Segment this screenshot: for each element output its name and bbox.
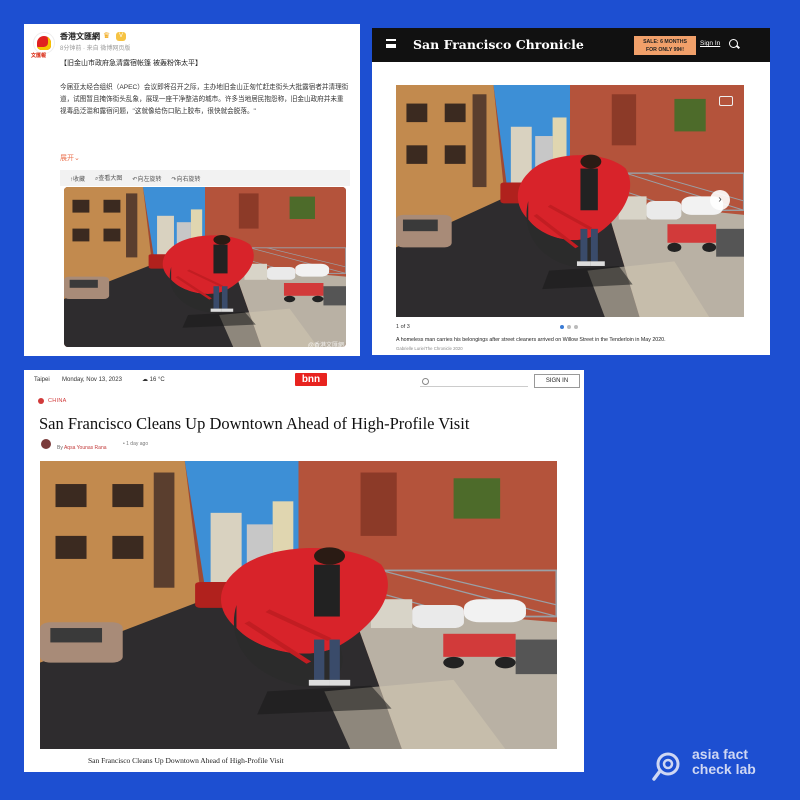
- crown-icon: ♛: [103, 31, 111, 40]
- photo-caption: San Francisco Cleans Up Downtown Ahead o…: [88, 756, 284, 765]
- view-large-button[interactable]: ⌕查看大图: [95, 173, 122, 183]
- account-name[interactable]: 香港文匯網: [60, 31, 100, 42]
- brand-line-2: check lab: [692, 761, 756, 777]
- publish-time: • 1 day ago: [123, 441, 149, 447]
- expand-link[interactable]: 展开⌄: [60, 153, 80, 163]
- chronicle-masthead[interactable]: San Francisco Chronicle: [413, 37, 584, 52]
- rotate-right-button[interactable]: ↷向右旋转: [171, 174, 200, 183]
- gallery-dots: [560, 325, 578, 329]
- date: Monday, Nov 13, 2023: [62, 377, 122, 383]
- category-dot-icon: [38, 398, 44, 404]
- location: Taipei: [34, 377, 50, 383]
- gallery-icon[interactable]: [719, 96, 733, 106]
- asia-fact-check-lab-logo-icon: [652, 752, 680, 781]
- sign-in-button[interactable]: SIGN IN: [534, 374, 580, 388]
- post-photo[interactable]: [64, 187, 346, 347]
- chronicle-article-panel: San Francisco Chronicle SALE: 6 MONTHS F…: [372, 28, 770, 355]
- expand-label: 展开: [60, 155, 74, 162]
- rotate-left-button[interactable]: ↶向左旋转: [132, 174, 161, 183]
- bnn-logo[interactable]: bnn: [295, 373, 327, 386]
- photo-caption: A homeless man carries his belongings af…: [396, 337, 666, 343]
- next-photo-button[interactable]: ›: [710, 190, 730, 210]
- hamburger-menu-icon[interactable]: [386, 39, 396, 48]
- author-byline: By Aqsa Younas Rana: [57, 445, 107, 451]
- article-headline: San Francisco Cleans Up Downtown Ahead o…: [39, 414, 470, 433]
- subscribe-offer-button[interactable]: SALE: 6 MONTHS FOR ONLY 99¢!: [634, 36, 696, 55]
- search-icon[interactable]: [729, 39, 738, 48]
- brand-line-1: asia fact: [692, 746, 749, 762]
- post-body: 今届亚太经合组织（APEC）会议即将召开之际，主办地旧金山正匆忙赶走街头大批露宿…: [60, 84, 349, 115]
- gallery-photo[interactable]: [396, 85, 744, 317]
- weibo-post-panel: 文匯報 香港文匯網 ♛ V 8分钟前 · 来自 微博网页版 【旧金山市政府急清露…: [24, 24, 360, 356]
- weather: ☁ 16 °C: [142, 377, 165, 383]
- article-photo[interactable]: [40, 461, 557, 749]
- chronicle-header: San Francisco Chronicle SALE: 6 MONTHS F…: [372, 28, 770, 62]
- logo-text: 文匯報: [31, 53, 47, 59]
- cloud-icon: ☁: [142, 377, 150, 383]
- photo-counter: 1 of 3: [396, 324, 410, 330]
- brand-wordmark: asia fact check lab: [692, 747, 756, 777]
- post-headline: 【旧金山市政府急清露宿帐篷 被轰粉饰太平】: [60, 60, 202, 67]
- gallery-dot[interactable]: [567, 325, 571, 329]
- verified-badge: V: [116, 32, 127, 41]
- author-name[interactable]: Aqsa Younas Rana: [64, 445, 107, 451]
- search-input[interactable]: [420, 376, 528, 387]
- gallery-dot[interactable]: [560, 325, 564, 329]
- photo-watermark: @香港文匯網: [307, 343, 344, 349]
- bnn-article-panel: Taipei Monday, Nov 13, 2023 ☁ 16 °C bnn …: [24, 370, 584, 772]
- image-toolbar: ↑收藏 ⌕查看大图 ↶向左旋转 ↷向右旋转: [60, 170, 350, 186]
- gallery-dot[interactable]: [574, 325, 578, 329]
- photo-credit: Gabrielle Lurie/The Chronicle 2020: [396, 346, 463, 351]
- post-meta: 8分钟前 · 来自 微博网页版: [60, 46, 131, 52]
- offer-line-2: FOR ONLY 99¢!: [645, 47, 685, 53]
- account-avatar[interactable]: [33, 32, 55, 54]
- sign-in-link[interactable]: Sign In: [700, 40, 720, 47]
- category-tag[interactable]: CHINA: [48, 398, 67, 404]
- author-avatar[interactable]: [41, 439, 51, 449]
- flame-logo-icon: [37, 36, 51, 50]
- collapse-button[interactable]: ↑收藏: [70, 174, 85, 183]
- chevron-down-icon: ⌄: [74, 155, 80, 162]
- offer-line-1: SALE: 6 MONTHS: [643, 39, 687, 45]
